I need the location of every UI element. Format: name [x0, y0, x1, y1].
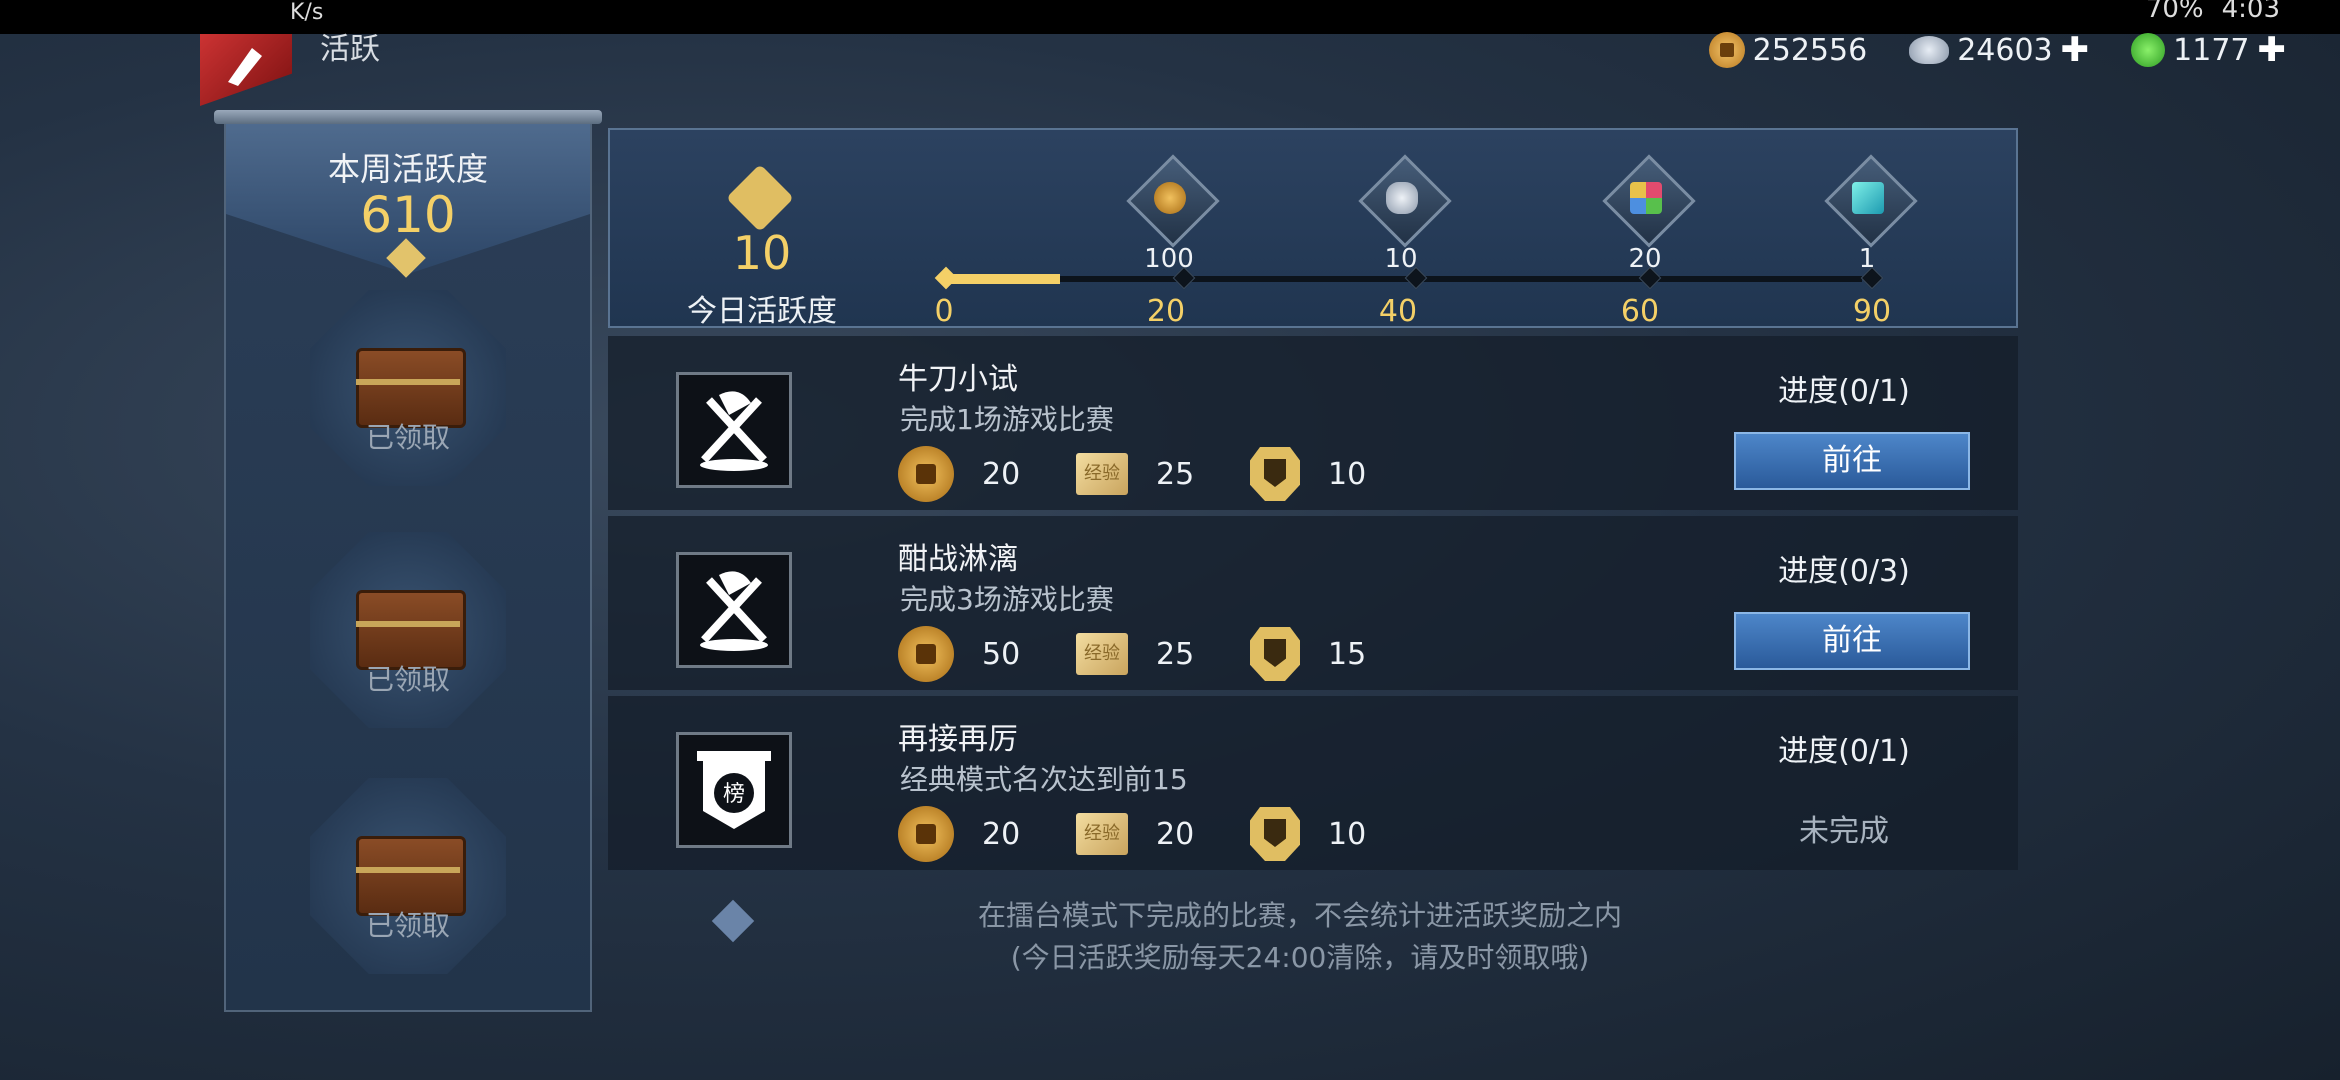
task-incomplete-label: 未完成	[1799, 814, 1889, 849]
experience-card-icon: 经验	[1076, 813, 1128, 855]
milestone-reward-90[interactable]	[1824, 154, 1918, 248]
task-row: 榜 再接再厉 经典模式名次达到前15 20 经验 20 10 进度(0/1) 未完…	[608, 696, 2018, 870]
note-diamond-icon	[711, 899, 755, 943]
reward-amount: 100	[1144, 244, 1194, 274]
weekly-chest-3[interactable]: 已领取	[310, 778, 506, 974]
reward-activity-amount: 15	[1328, 636, 1367, 672]
milestone-reward-60[interactable]	[1602, 154, 1696, 248]
task-row: 牛刀小试 完成1场游戏比赛 20 经验 25 10 进度(0/1) 前往	[608, 336, 2018, 510]
silver-value: 24603	[1957, 32, 2053, 68]
go-button[interactable]: 前往	[1734, 432, 1970, 490]
jade-value: 1177	[2173, 32, 2250, 68]
progress-start-marker	[934, 266, 958, 290]
daily-value: 10	[732, 226, 792, 280]
clock: 4:03	[2221, 0, 2280, 24]
task-description: 完成1场游戏比赛	[900, 403, 1114, 436]
reward-exp-amount: 25	[1156, 636, 1195, 672]
gem-box-icon	[1630, 182, 1662, 214]
silver-balance: 24603 ✚	[1909, 30, 2089, 70]
task-rewards: 50 经验 25 15	[898, 626, 1422, 682]
reward-exp-amount: 25	[1156, 456, 1195, 492]
milestone-label: 0	[934, 294, 954, 329]
weekly-value: 610	[360, 186, 456, 244]
chest-status: 已领取	[365, 663, 450, 696]
activity-fist-icon	[1250, 447, 1300, 501]
silver-ingot-icon	[1386, 182, 1418, 214]
chest-status: 已领取	[365, 909, 450, 942]
silver-ingot-icon	[1909, 36, 1950, 64]
reward-coin-amount: 50	[982, 636, 1021, 672]
task-row: 酣战淋漓 完成3场游戏比赛 50 经验 25 15 进度(0/3) 前往	[608, 516, 2018, 690]
reward-exp-amount: 20	[1156, 816, 1195, 852]
daily-label: 今日活跃度	[687, 294, 837, 329]
milestone-label: 20	[1146, 294, 1186, 329]
activity-progress-track	[944, 276, 1862, 282]
crossed-swords-icon	[676, 372, 792, 488]
crossed-swords-icon	[676, 552, 792, 668]
copper-coin-icon	[1154, 182, 1186, 214]
crystal-icon	[1852, 182, 1884, 214]
weekly-title: 本周活跃度	[327, 150, 488, 188]
copper-coin-value: 252556	[1752, 32, 1868, 68]
weekly-chest-1[interactable]: 已领取	[310, 290, 506, 486]
note-line-2: (今日活跃奖励每天24:00清除，请及时领取哦)	[1010, 941, 1590, 974]
activity-fist-icon	[1250, 807, 1300, 861]
network-speed: K/s	[290, 0, 324, 25]
chest-status: 已领取	[365, 421, 450, 454]
weekly-activity-panel: 本周活跃度 610 已领取 已领取 已领取	[214, 110, 602, 1012]
reward-coin-amount: 20	[982, 456, 1021, 492]
activity-progress-fill	[944, 274, 1060, 284]
battery-level: 70%	[2145, 0, 2204, 24]
reward-coin-amount: 20	[982, 816, 1021, 852]
milestone-label: 40	[1378, 294, 1418, 329]
copper-coin-icon	[898, 806, 954, 862]
task-progress: 进度(0/1)	[1778, 374, 1910, 409]
ranking-banner-icon: 榜	[676, 732, 792, 848]
page-title: 活跃	[320, 32, 380, 67]
task-name: 酣战淋漓	[898, 542, 1018, 577]
reward-amount: 1	[1858, 244, 1876, 274]
experience-card-icon: 经验	[1076, 453, 1128, 495]
task-rewards: 20 经验 20 10	[898, 806, 1422, 862]
task-description: 完成3场游戏比赛	[900, 583, 1114, 616]
milestone-label: 90	[1852, 294, 1892, 329]
jade-balance: 1177 ✚	[2131, 30, 2286, 70]
jade-icon	[2131, 33, 2166, 67]
activity-fist-icon	[726, 164, 794, 232]
svg-text:榜: 榜	[723, 782, 745, 807]
add-jade-button[interactable]: ✚	[2258, 30, 2287, 70]
banner-rod	[214, 110, 602, 124]
copper-coin-icon	[898, 626, 954, 682]
task-name: 再接再厉	[898, 722, 1018, 757]
task-progress: 进度(0/1)	[1778, 734, 1910, 769]
task-description: 经典模式名次达到前15	[900, 763, 1188, 796]
copper-coin-balance: 252556	[1708, 32, 1868, 68]
daily-activity-panel: 10 今日活跃度 0 20 40 60 90 100 10 20 1	[608, 128, 2018, 329]
reward-activity-amount: 10	[1328, 456, 1367, 492]
add-silver-button[interactable]: ✚	[2061, 30, 2090, 70]
experience-card-icon: 经验	[1076, 633, 1128, 675]
task-progress: 进度(0/3)	[1778, 554, 1910, 589]
note-line-1: 在擂台模式下完成的比赛，不会统计进活跃奖励之内	[977, 899, 1622, 932]
milestone-reward-20[interactable]	[1126, 154, 1220, 248]
currency-bar: 252556 24603 ✚ 1177 ✚	[1708, 30, 2286, 70]
activity-fist-icon	[1250, 627, 1300, 681]
weekly-chest-2[interactable]: 已领取	[310, 532, 506, 728]
reward-amount: 20	[1628, 244, 1662, 274]
milestone-reward-40[interactable]	[1358, 154, 1452, 248]
activity-logo-icon	[200, 34, 292, 106]
reward-amount: 10	[1384, 244, 1418, 274]
copper-coin-icon	[1708, 32, 1745, 68]
go-button[interactable]: 前往	[1734, 612, 1970, 670]
reward-activity-amount: 10	[1328, 816, 1367, 852]
milestone-label: 60	[1620, 294, 1660, 329]
task-name: 牛刀小试	[898, 362, 1018, 397]
copper-coin-icon	[898, 446, 954, 502]
task-rewards: 20 经验 25 10	[898, 446, 1422, 502]
